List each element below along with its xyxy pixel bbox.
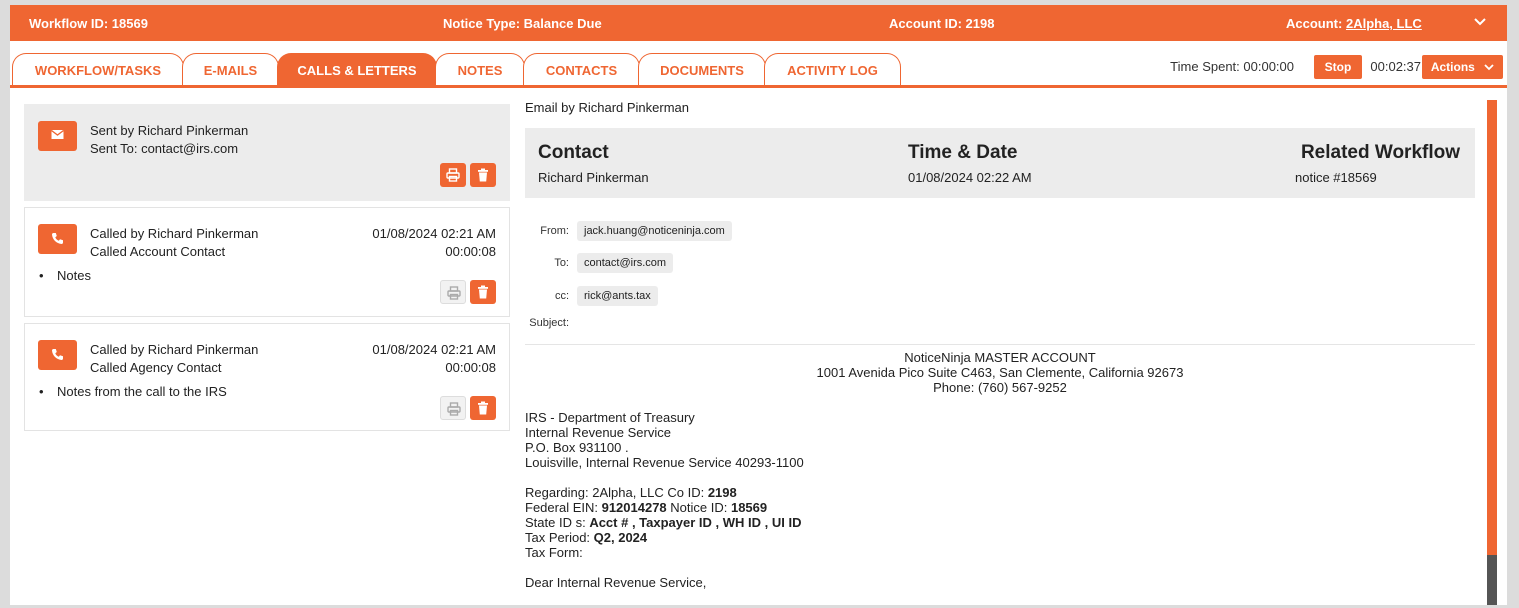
- trash-icon: [478, 401, 488, 415]
- trash-icon: [478, 285, 488, 299]
- tab-activity-log[interactable]: ACTIVITY LOG: [764, 53, 901, 87]
- trash-icon: [478, 168, 488, 182]
- divider: [525, 344, 1475, 345]
- called-who: Called Agency Contact: [90, 360, 222, 375]
- workflow-header-bar: Workflow ID: 18569 Notice Type: Balance …: [10, 5, 1507, 41]
- scrollbar-track[interactable]: [1487, 100, 1497, 605]
- tab-workflow-tasks[interactable]: WORKFLOW/TASKS: [12, 53, 184, 87]
- print-button[interactable]: [440, 396, 466, 420]
- contact-heading: Contact: [538, 142, 609, 163]
- workflow-id: Workflow ID: 18569: [29, 16, 148, 31]
- time-heading: Time & Date: [908, 142, 1018, 163]
- to-chip: contact@irs.com: [577, 253, 674, 273]
- recipient-line: Internal Revenue Service: [525, 425, 671, 440]
- call-duration: 00:00:08: [445, 360, 496, 375]
- time-tracker: Time Spent: 00:00:00 Stop 00:02:37 Actio…: [1087, 55, 1507, 79]
- called-by: Called by Richard Pinkerman: [90, 226, 259, 241]
- cc-chip: rick@ants.tax: [577, 286, 658, 306]
- email-meta-header: Contact Richard Pinkerman Time & Date 01…: [525, 128, 1475, 198]
- call-duration: 00:00:08: [445, 244, 496, 259]
- stop-button[interactable]: Stop: [1314, 55, 1362, 79]
- sender-phone: Phone: (760) 567-9252: [933, 380, 1067, 395]
- related-heading: Related Workflow: [1300, 142, 1460, 163]
- recipient-block: IRS - Department of Treasury Internal Re…: [525, 410, 1475, 470]
- call-type-badge: [38, 340, 77, 370]
- tax-form-line: Tax Form:: [525, 545, 583, 560]
- email-type-badge: [38, 121, 77, 151]
- list-item-call[interactable]: Called by Richard Pinkerman Called Accou…: [24, 207, 510, 317]
- time-spent: Time Spent: 00:00:00: [1170, 59, 1294, 74]
- list-item-call[interactable]: Called by Richard Pinkerman Called Agenc…: [24, 323, 510, 431]
- actions-button[interactable]: Actions: [1422, 55, 1503, 79]
- account-id: Account ID: 2198: [889, 16, 995, 31]
- account-link[interactable]: 2Alpha, LLC: [1346, 16, 1422, 31]
- call-note: Notes from the call to the IRS: [39, 384, 227, 399]
- called-who: Called Account Contact: [90, 244, 226, 259]
- list-item-email[interactable]: Sent by Richard Pinkerman Sent To: conta…: [24, 104, 510, 201]
- from-chip: jack.huang@noticeninja.com: [577, 221, 732, 241]
- delete-button[interactable]: [470, 280, 496, 304]
- print-button[interactable]: [440, 280, 466, 304]
- print-icon: [447, 402, 461, 416]
- tab-calls-letters[interactable]: CALLS & LETTERS: [277, 53, 437, 87]
- call-type-badge: [38, 224, 77, 254]
- phone-icon: [52, 349, 63, 360]
- tab-underline: [10, 85, 1507, 88]
- sent-to: Sent To: contact@irs.com: [90, 141, 239, 156]
- subject-label: Subject:: [529, 317, 569, 329]
- tab-emails[interactable]: E-MAILS: [182, 53, 279, 87]
- chevron-down-icon[interactable]: [1471, 13, 1489, 31]
- recipient-line: IRS - Department of Treasury: [525, 410, 695, 425]
- notice-type: Notice Type: Balance Due: [443, 16, 602, 31]
- sender-name: NoticeNinja MASTER ACCOUNT: [904, 350, 1096, 365]
- recipient-line: Louisville, Internal Revenue Service 402…: [525, 455, 804, 470]
- print-icon: [446, 168, 460, 182]
- delete-button[interactable]: [470, 396, 496, 420]
- chevron-down-icon: [1484, 64, 1494, 71]
- call-note: Notes: [39, 268, 91, 283]
- letter-body: NoticeNinja MASTER ACCOUNT 1001 Avenida …: [525, 350, 1475, 590]
- cc-label: cc:: [554, 290, 569, 302]
- delete-button[interactable]: [470, 163, 496, 187]
- tab-documents[interactable]: DOCUMENTS: [638, 53, 766, 87]
- sender-address: 1001 Avenida Pico Suite C463, San Clemen…: [816, 365, 1184, 380]
- related-workflow-link[interactable]: notice #18569: [1295, 170, 1377, 185]
- print-button[interactable]: [440, 163, 466, 187]
- called-by: Called by Richard Pinkerman: [90, 342, 259, 357]
- call-datetime: 01/08/2024 02:21 AM: [372, 226, 496, 241]
- to-label: To:: [554, 257, 569, 269]
- actions-label: Actions: [1430, 60, 1475, 74]
- tab-notes[interactable]: NOTES: [435, 53, 525, 87]
- sent-by: Sent by Richard Pinkerman: [90, 123, 249, 138]
- scrollbar-thumb[interactable]: [1487, 555, 1497, 605]
- account-info: Account: 2Alpha, LLC: [1286, 16, 1422, 31]
- email-by: Email by Richard Pinkerman: [525, 100, 690, 115]
- app-frame: Workflow ID: 18569 Notice Type: Balance …: [10, 5, 1507, 605]
- salutation: Dear Internal Revenue Service,: [525, 575, 707, 590]
- tax-period-line: Tax Period: Q2, 2024: [525, 530, 648, 545]
- from-label: From:: [540, 225, 569, 237]
- envelope-icon: [51, 129, 64, 139]
- account-label: Account:: [1286, 16, 1343, 31]
- contact-value: Richard Pinkerman: [538, 170, 649, 185]
- print-icon: [447, 286, 461, 300]
- call-datetime: 01/08/2024 02:21 AM: [372, 342, 496, 357]
- communication-list: Sent by Richard Pinkerman Sent To: conta…: [24, 104, 510, 437]
- regarding-block: Regarding: 2Alpha, LLC Co ID: 2198 Feder…: [525, 485, 1475, 560]
- recipient-line: P.O. Box 931100 .: [525, 440, 629, 455]
- regarding-line: Regarding: 2Alpha, LLC Co ID: 2198: [525, 485, 737, 500]
- time-value: 01/08/2024 02:22 AM: [908, 170, 1032, 185]
- elapsed-time: 00:02:37: [1370, 59, 1421, 74]
- tab-contacts[interactable]: CONTACTS: [523, 53, 640, 87]
- window-edge: [1510, 0, 1519, 608]
- state-id-line: State ID s: Acct # , Taxpayer ID , WH ID…: [525, 515, 802, 530]
- ein-line: Federal EIN: 912014278 Notice ID: 18569: [525, 500, 768, 515]
- phone-icon: [52, 233, 63, 244]
